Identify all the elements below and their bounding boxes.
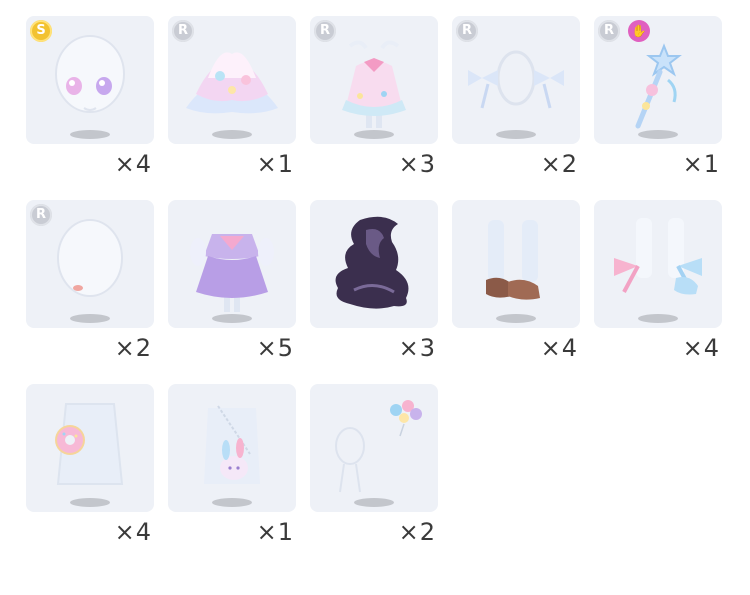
rarity-badge: R	[172, 20, 194, 42]
ribbon-shoes-icon	[614, 218, 702, 295]
item-count: ×4	[114, 518, 152, 546]
rarity-badge: R	[598, 20, 620, 42]
item-thumbnail[interactable]	[594, 200, 722, 328]
shadow	[496, 130, 536, 139]
item-card[interactable]: ×5	[168, 200, 296, 372]
shadow	[212, 498, 252, 507]
item-thumbnail[interactable]: R	[168, 16, 296, 144]
item-card[interactable]: R ×2	[26, 200, 154, 372]
item-count: ×2	[114, 334, 152, 362]
dark-shadow-icon	[335, 216, 409, 309]
shadow	[70, 498, 110, 507]
item-thumbnail[interactable]: S	[26, 16, 154, 144]
item-thumbnail[interactable]: R	[452, 16, 580, 144]
item-thumbnail[interactable]	[168, 200, 296, 328]
item-card[interactable]: S ×4	[26, 16, 154, 188]
item-thumbnail[interactable]	[168, 384, 296, 512]
item-count: ×1	[256, 518, 294, 546]
shadow	[70, 130, 110, 139]
rarity-badge: S	[30, 20, 52, 42]
shadow	[354, 498, 394, 507]
item-count: ×3	[398, 334, 436, 362]
brown-shoes-icon	[486, 220, 540, 300]
item-thumbnail[interactable]	[452, 200, 580, 328]
sailor-dress-icon	[190, 234, 274, 312]
item-card[interactable]: R ×1	[168, 16, 296, 188]
rarity-badge: R	[456, 20, 478, 42]
balloons-icon	[335, 400, 422, 493]
item-count: ×5	[256, 334, 294, 362]
item-thumbnail[interactable]: R ✋	[594, 16, 722, 144]
shadow	[212, 314, 252, 323]
shadow	[70, 314, 110, 323]
item-card[interactable]: ×3	[310, 200, 438, 372]
skill-badge-icon: ✋	[628, 20, 650, 42]
item-count: ×4	[540, 334, 578, 362]
item-card[interactable]: ×4	[26, 384, 154, 556]
item-thumbnail[interactable]: R	[310, 16, 438, 144]
item-thumbnail[interactable]	[310, 384, 438, 512]
item-card[interactable]: ×1	[168, 384, 296, 556]
shadow	[354, 130, 394, 139]
donut-bag-icon	[55, 403, 124, 485]
item-thumbnail[interactable]	[310, 200, 438, 328]
item-card[interactable]: ×2	[310, 384, 438, 556]
item-count: ×1	[256, 150, 294, 178]
rarity-badge: R	[314, 20, 336, 42]
item-card[interactable]: R ×3	[310, 16, 438, 188]
item-count: ×2	[398, 518, 436, 546]
item-count: ×4	[682, 334, 720, 362]
item-card[interactable]: ×4	[452, 200, 580, 372]
shadow	[496, 314, 536, 323]
item-count: ×3	[398, 150, 436, 178]
shadow	[638, 130, 678, 139]
item-card[interactable]: R ×2	[452, 16, 580, 188]
item-thumbnail[interactable]: R	[26, 200, 154, 328]
shadow	[638, 314, 678, 323]
item-card[interactable]: ×4	[594, 200, 722, 372]
item-card[interactable]: R ✋ ×1	[594, 16, 722, 188]
item-count: ×4	[114, 150, 152, 178]
item-count: ×1	[682, 150, 720, 178]
rarity-badge: R	[30, 204, 52, 226]
item-thumbnail[interactable]	[26, 384, 154, 512]
item-count: ×2	[540, 150, 578, 178]
shadow	[212, 130, 252, 139]
bunny-bag-icon	[204, 405, 260, 484]
